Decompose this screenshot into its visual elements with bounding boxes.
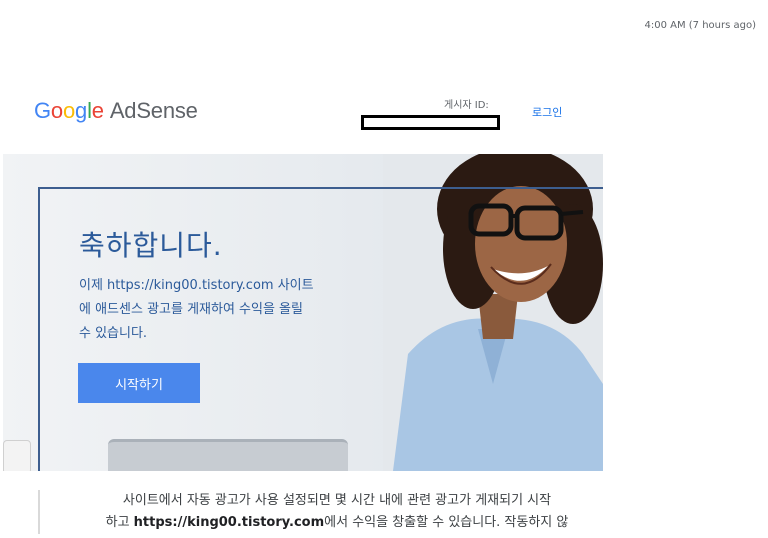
body-line-2-suffix: 에서 수익을 창출할 수 있습니다. 작동하지 않 bbox=[324, 515, 569, 530]
body-paragraph: 사이트에서 자동 광고가 사용 설정되면 몇 시간 내에 관련 광고가 게재되기… bbox=[38, 490, 598, 534]
hero-body-text: 이제 https://king00.tistory.com 사이트에 애드센스 … bbox=[79, 278, 314, 341]
adsense-logo: Google AdSense bbox=[34, 98, 198, 124]
body-line-2-prefix: 하고 bbox=[105, 515, 134, 530]
start-button[interactable]: 시작하기 bbox=[78, 363, 200, 403]
hero-banner: 축하합니다. 이제 https://king00.tistory.com 사이트… bbox=[3, 154, 603, 471]
publisher-id-redaction bbox=[361, 115, 500, 130]
google-wordmark: Google bbox=[34, 98, 104, 123]
publisher-id-label: 게시자 ID: bbox=[444, 100, 489, 111]
mug-illustration bbox=[3, 440, 31, 471]
login-link[interactable]: 로그인 bbox=[532, 104, 562, 120]
body-line-1: 사이트에서 자동 광고가 사용 설정되면 몇 시간 내에 관련 광고가 게재되기… bbox=[122, 493, 552, 508]
site-url-link[interactable]: https://king00.tistory.com bbox=[134, 515, 324, 530]
hero-title: 축하합니다. bbox=[79, 229, 223, 262]
email-header: Google AdSense 게시자 ID: 로그인 bbox=[34, 96, 594, 130]
adsense-wordmark: AdSense bbox=[109, 98, 198, 123]
email-timestamp: 4:00 AM (7 hours ago) bbox=[644, 20, 756, 31]
